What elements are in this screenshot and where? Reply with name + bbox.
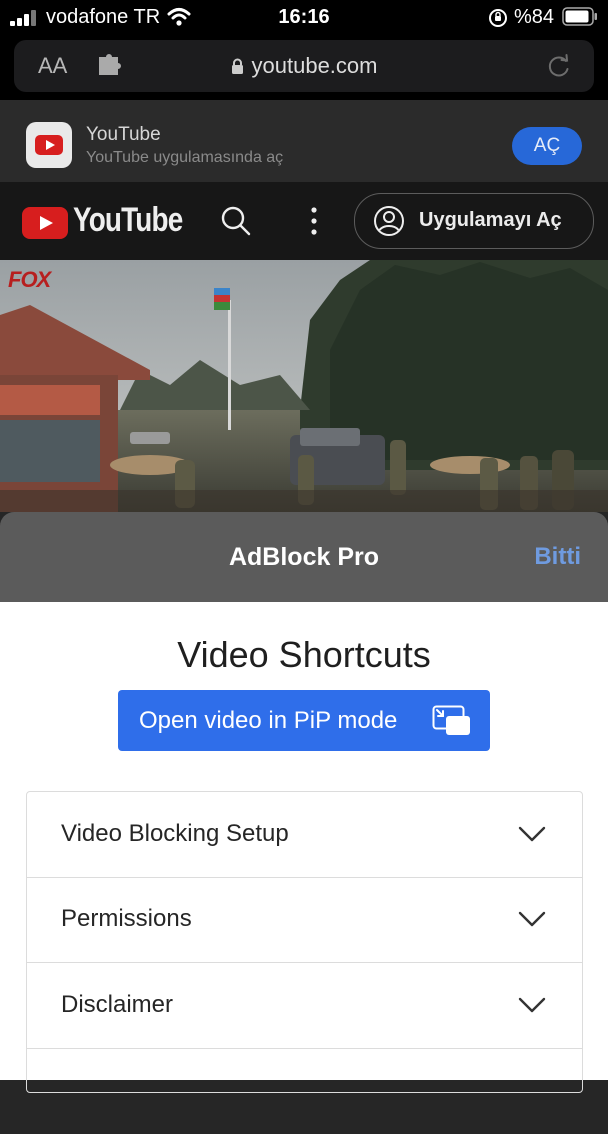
chevron-down-icon [518, 997, 546, 1013]
youtube-wordmark[interactable]: YouTube [73, 201, 183, 240]
orientation-lock-icon [489, 9, 507, 27]
status-bar: vodafone TR 16:16 %84 [0, 0, 608, 34]
video-player[interactable]: FOX [0, 260, 608, 512]
youtube-header: YouTube Uygulamayı Aç [0, 182, 608, 260]
page-title: Video Shortcuts [177, 634, 431, 675]
open-app-label: Uygulamayı Aç [419, 209, 562, 231]
open-app-header-button[interactable]: Uygulamayı Aç [354, 193, 594, 249]
reload-icon[interactable] [546, 53, 572, 79]
youtube-logo-icon[interactable] [22, 207, 70, 239]
accordion-label: Disclaimer [61, 991, 174, 1018]
channel-watermark: FOX [8, 267, 51, 292]
accordion-row-video-blocking-setup[interactable]: Video Blocking Setup [27, 792, 582, 878]
accordion-row-disclaimer[interactable]: Disclaimer [27, 963, 582, 1049]
accordion-label: Permissions [61, 905, 192, 932]
accordion-label: Video Blocking Setup [61, 820, 289, 847]
pip-button-label: Open video in PiP mode [139, 707, 398, 734]
pip-button[interactable]: Open video in PiP mode [118, 690, 490, 751]
extension-content: Video Shortcuts Open video in PiP mode V… [0, 602, 608, 1093]
chevron-down-icon [518, 826, 546, 842]
video-frame-image [0, 260, 608, 512]
accordion-row-partial[interactable] [27, 1049, 582, 1134]
open-app-button[interactable]: AÇ [512, 127, 582, 165]
more-icon[interactable] [308, 206, 320, 236]
chevron-down-icon [518, 911, 546, 927]
sheet-title: AdBlock Pro [228, 543, 380, 571]
youtube-app-icon [26, 122, 72, 168]
battery-percent: %84 [514, 6, 555, 28]
banner-subtitle: YouTube uygulamasında aç [86, 149, 284, 166]
settings-accordion: Video Blocking Setup Permissions Disclai… [26, 791, 583, 1093]
smart-app-banner: YouTube YouTube uygulamasında aç AÇ [0, 100, 608, 182]
url-display[interactable]: youtube.com [14, 53, 594, 79]
done-button[interactable]: Bitti [534, 543, 581, 571]
lock-icon [231, 58, 243, 74]
sheet-header: AdBlock Pro Bitti [0, 512, 608, 602]
account-icon [374, 206, 404, 236]
address-bar[interactable]: AA youtube.com [14, 40, 594, 92]
accordion-row-permissions[interactable]: Permissions [27, 877, 582, 963]
battery-icon [562, 7, 597, 26]
pip-icon [432, 705, 470, 735]
banner-title: YouTube [86, 124, 161, 145]
safari-toolbar: AA youtube.com [0, 34, 608, 100]
search-icon[interactable] [220, 205, 252, 237]
